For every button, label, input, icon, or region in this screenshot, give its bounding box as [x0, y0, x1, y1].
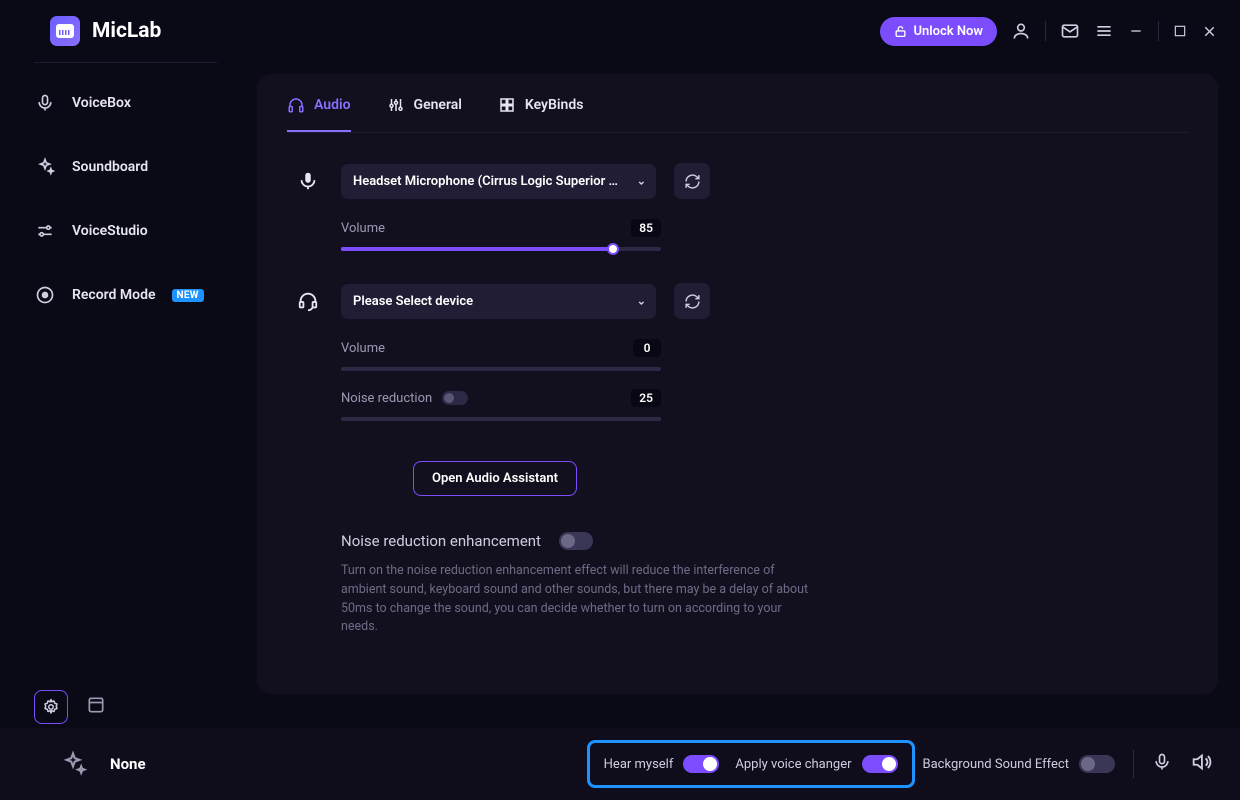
open-audio-assistant-button[interactable]: Open Audio Assistant — [413, 461, 577, 496]
output-volume-control: Volume 0 — [341, 339, 661, 371]
output-device-select[interactable]: Please Select device ⌄ — [341, 284, 656, 319]
sparkle-icon — [34, 157, 56, 177]
chevron-down-icon: ⌄ — [637, 295, 646, 308]
titlebar: MicLab Unlock Now — [0, 0, 1240, 62]
background-sound-control: Background Sound Effect — [923, 755, 1115, 773]
sidebar-item-soundboard[interactable]: Soundboard — [34, 157, 217, 177]
apply-voice-changer-label: Apply voice changer — [735, 757, 851, 772]
sidebar: VoiceBox Soundboard VoiceStudio Record M… — [0, 62, 235, 728]
main-content: Audio General KeyBinds Headset Microphon… — [235, 62, 1240, 728]
app-name: MicLab — [92, 19, 161, 43]
settings-panel: Audio General KeyBinds Headset Microphon… — [257, 74, 1218, 694]
user-icon[interactable] — [1011, 21, 1031, 41]
speaker-icon[interactable] — [1190, 751, 1212, 777]
sidebar-item-label: VoiceBox — [72, 95, 131, 111]
sidebar-item-label: Record Mode — [72, 287, 156, 303]
background-sound-toggle[interactable] — [1079, 755, 1115, 773]
gear-icon — [42, 698, 60, 716]
maximize-icon[interactable] — [1173, 24, 1187, 38]
close-icon[interactable] — [1201, 23, 1218, 40]
sidebar-item-voicebox[interactable]: VoiceBox — [34, 93, 217, 113]
brand: MicLab — [50, 16, 161, 46]
sidebar-item-label: VoiceStudio — [72, 223, 148, 239]
noise-reduction-toggle[interactable] — [442, 391, 468, 405]
voice-preset-icon[interactable] — [54, 745, 92, 783]
mic-device-select[interactable]: Headset Microphone (Cirrus Logic Superio… — [341, 164, 656, 199]
record-icon — [34, 285, 56, 305]
tab-keybinds[interactable]: KeyBinds — [498, 96, 584, 132]
output-volume-slider[interactable] — [341, 367, 661, 371]
tab-label: General — [414, 97, 462, 113]
sidebar-item-label: Soundboard — [72, 159, 148, 175]
tabs: Audio General KeyBinds — [287, 74, 1188, 133]
refresh-icon — [684, 173, 701, 190]
app-logo — [50, 16, 80, 46]
mic-monitor-icon[interactable] — [1152, 752, 1172, 776]
sliders-icon — [387, 96, 405, 114]
background-sound-label: Background Sound Effect — [923, 757, 1069, 772]
nre-title: Noise reduction enhancement — [341, 532, 541, 550]
output-device-value: Please Select device — [353, 294, 473, 309]
noise-reduction-value: 25 — [631, 389, 661, 407]
headset-icon — [293, 290, 323, 312]
output-volume-label: Volume — [341, 341, 385, 356]
mic-volume-control: Volume 85 — [341, 219, 661, 251]
tab-general[interactable]: General — [387, 96, 462, 132]
chevron-down-icon: ⌄ — [637, 175, 646, 188]
unlock-icon — [894, 25, 907, 38]
panel-button[interactable] — [86, 695, 106, 719]
sidebar-divider — [34, 62, 217, 63]
mic-volume-slider[interactable] — [341, 247, 661, 251]
noise-reduction-enhancement: Noise reduction enhancement Turn on the … — [341, 532, 811, 637]
output-device-row: Please Select device ⌄ — [293, 283, 987, 319]
minimize-icon[interactable] — [1128, 23, 1144, 39]
mic-volume-value: 85 — [631, 219, 661, 237]
mail-icon[interactable] — [1060, 21, 1080, 41]
header-actions: Unlock Now — [880, 17, 1218, 46]
highlighted-controls: Hear myself Apply voice changer — [587, 740, 915, 788]
nre-description: Turn on the noise reduction enhancement … — [341, 562, 811, 637]
hear-myself-toggle[interactable] — [683, 755, 719, 773]
status: None — [54, 745, 146, 783]
noise-reduction-slider[interactable] — [341, 417, 661, 421]
output-refresh-button[interactable] — [674, 283, 710, 319]
tab-audio[interactable]: Audio — [287, 96, 351, 132]
menu-icon[interactable] — [1094, 21, 1114, 41]
mic-icon — [293, 170, 323, 192]
unlock-button[interactable]: Unlock Now — [880, 17, 997, 46]
nre-toggle[interactable] — [559, 532, 593, 550]
apply-voice-changer-toggle[interactable] — [862, 755, 898, 773]
mic-icon — [34, 93, 56, 113]
unlock-label: Unlock Now — [913, 24, 983, 39]
hear-myself-control: Hear myself — [604, 755, 720, 773]
mic-volume-label: Volume — [341, 221, 385, 236]
sidebar-item-record-mode[interactable]: Record Mode NEW — [34, 285, 217, 305]
headphones-icon — [287, 96, 305, 114]
status-label: None — [110, 755, 146, 773]
mic-device-value: Headset Microphone (Cirrus Logic Superio… — [353, 174, 654, 189]
refresh-icon — [684, 293, 701, 310]
output-volume-value: 0 — [633, 339, 661, 357]
sidebar-item-voicestudio[interactable]: VoiceStudio — [34, 221, 217, 241]
header-separator — [1158, 21, 1159, 41]
mic-refresh-button[interactable] — [674, 163, 710, 199]
noise-reduction-label: Noise reduction — [341, 391, 432, 406]
hear-myself-label: Hear myself — [604, 757, 674, 772]
apply-voice-changer-control: Apply voice changer — [735, 755, 897, 773]
mic-device-row: Headset Microphone (Cirrus Logic Superio… — [293, 163, 987, 199]
noise-reduction-row: Noise reduction 25 — [341, 389, 661, 407]
header-separator — [1045, 21, 1046, 41]
tab-label: Audio — [314, 97, 351, 113]
grid-icon — [498, 96, 516, 114]
settings-button[interactable] — [34, 690, 68, 724]
bottombar-separator — [1133, 750, 1134, 778]
sliders-icon — [34, 221, 56, 241]
bottombar: None Hear myself Apply voice changer Bac… — [0, 728, 1240, 800]
new-badge: NEW — [172, 289, 204, 302]
tab-label: KeyBinds — [525, 97, 584, 113]
